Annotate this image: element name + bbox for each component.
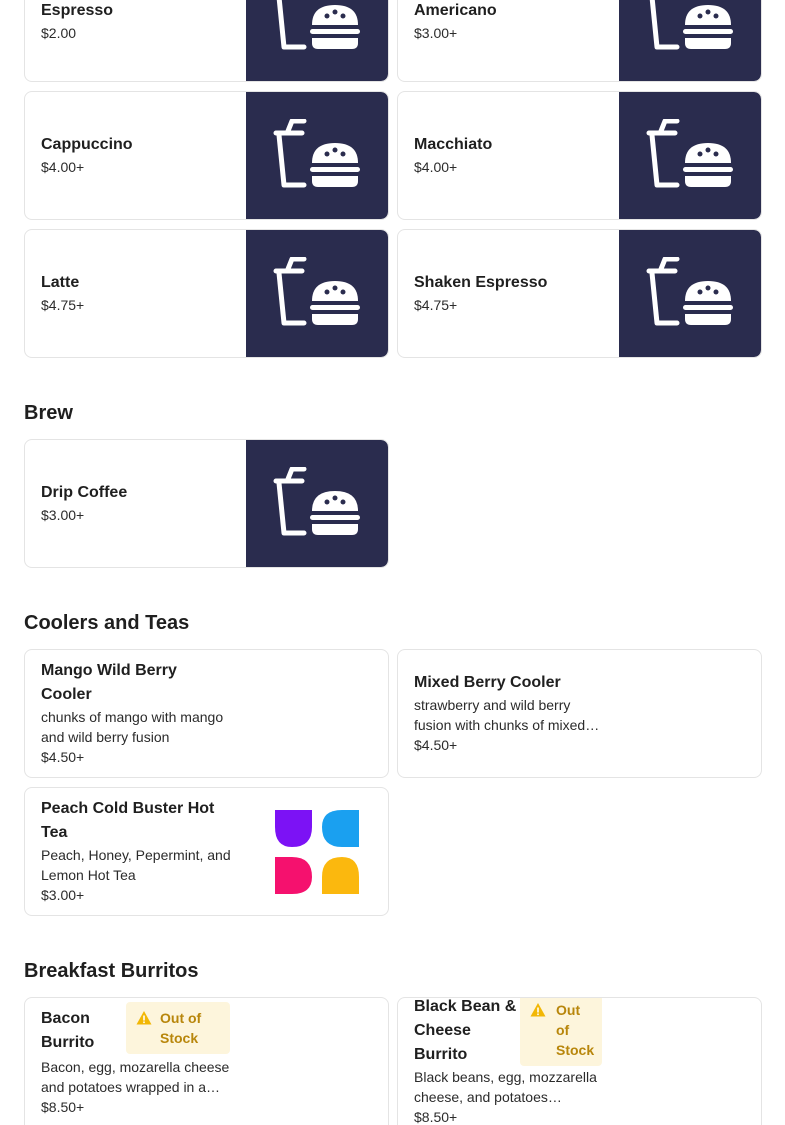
item-name: Latte <box>41 274 80 291</box>
out-of-stock-badge: Out of Stock <box>126 1002 230 1054</box>
item-name: Espresso <box>41 2 114 19</box>
petal-logo-icon <box>246 788 388 915</box>
menu-item-card[interactable]: Bacon Burrito Bacon, egg, mozarella chee… <box>24 997 389 1125</box>
item-description: strawberry and wild berry fusion with ch… <box>414 697 586 733</box>
item-description: Black beans, egg, mozzarella cheese, and… <box>414 1069 597 1105</box>
item-name: Shaken Espresso <box>414 274 548 291</box>
menu-item-card[interactable]: Drip Coffee $3.00+ <box>24 439 389 568</box>
item-name: Peach Cold Buster Hot Tea <box>41 800 215 841</box>
menu-item-card[interactable]: Cappuccino $4.00+ <box>24 91 389 220</box>
item-price: $4.50+ <box>414 737 458 753</box>
item-name: Mixed Berry Cooler <box>414 674 561 691</box>
cup-and-burger-icon <box>246 440 388 567</box>
section-title-coolers: Coolers and Teas <box>24 612 190 634</box>
item-name: Mango Wild Berry Cooler <box>41 662 177 703</box>
item-price: $4.75+ <box>41 297 85 313</box>
cup-and-burger-icon <box>246 230 388 357</box>
out-of-stock-badge: Out of Stock <box>520 998 602 1066</box>
item-description: Peach, Honey, Pepermint, and Lemon Hot T… <box>41 847 231 883</box>
item-price: $4.75+ <box>414 297 458 313</box>
menu-item-card[interactable]: Macchiato $4.00+ <box>397 91 762 220</box>
cup-and-burger-icon <box>619 92 761 219</box>
item-price: $8.50+ <box>41 1099 85 1115</box>
menu-item-card[interactable]: Black Bean & Cheese Burrito Black beans,… <box>397 997 762 1125</box>
item-description: chunks of mango with mango and wild berr… <box>41 709 224 745</box>
status-label: Out of Stock <box>556 1002 595 1058</box>
item-price: $4.00+ <box>414 159 458 175</box>
item-price: $3.00+ <box>41 507 85 523</box>
item-price: $4.50+ <box>41 749 85 765</box>
item-price: $3.00+ <box>41 887 85 903</box>
item-name: Macchiato <box>414 136 493 153</box>
menu-item-card[interactable]: Mango Wild Berry Cooler chunks of mango … <box>24 649 389 778</box>
item-name: Drip Coffee <box>41 484 128 501</box>
warning-icon <box>530 1003 546 1017</box>
item-name: Black Bean & Cheese Burrito <box>414 998 517 1063</box>
cup-and-burger-icon <box>246 0 388 81</box>
item-name: Bacon Burrito <box>41 1010 95 1051</box>
menu-item-card[interactable]: Espresso $2.00 <box>24 0 389 82</box>
item-price: $4.00+ <box>41 159 85 175</box>
status-label: Out of Stock <box>160 1010 202 1046</box>
section-title-brew: Brew <box>24 402 73 424</box>
menu-item-card[interactable]: Americano $3.00+ <box>397 0 762 82</box>
menu-item-card[interactable]: Shaken Espresso $4.75+ <box>397 229 762 358</box>
item-price: $3.00+ <box>414 25 458 41</box>
warning-icon <box>136 1011 152 1025</box>
section-title-burritos: Breakfast Burritos <box>24 960 199 982</box>
cup-and-burger-icon <box>619 0 761 81</box>
menu-item-card[interactable]: Latte $4.75+ <box>24 229 389 358</box>
cup-and-burger-icon <box>246 92 388 219</box>
menu-item-card[interactable]: Peach Cold Buster Hot Tea Peach, Honey, … <box>24 787 389 916</box>
item-price: $8.50+ <box>414 1109 458 1125</box>
item-description: Bacon, egg, mozarella cheese and potatoe… <box>41 1059 230 1095</box>
item-name: Cappuccino <box>41 136 133 153</box>
cup-and-burger-icon <box>619 230 761 357</box>
item-price: $2.00 <box>41 25 77 41</box>
item-name: Americano <box>414 2 497 19</box>
menu-item-card[interactable]: Mixed Berry Cooler strawberry and wild b… <box>397 649 762 778</box>
